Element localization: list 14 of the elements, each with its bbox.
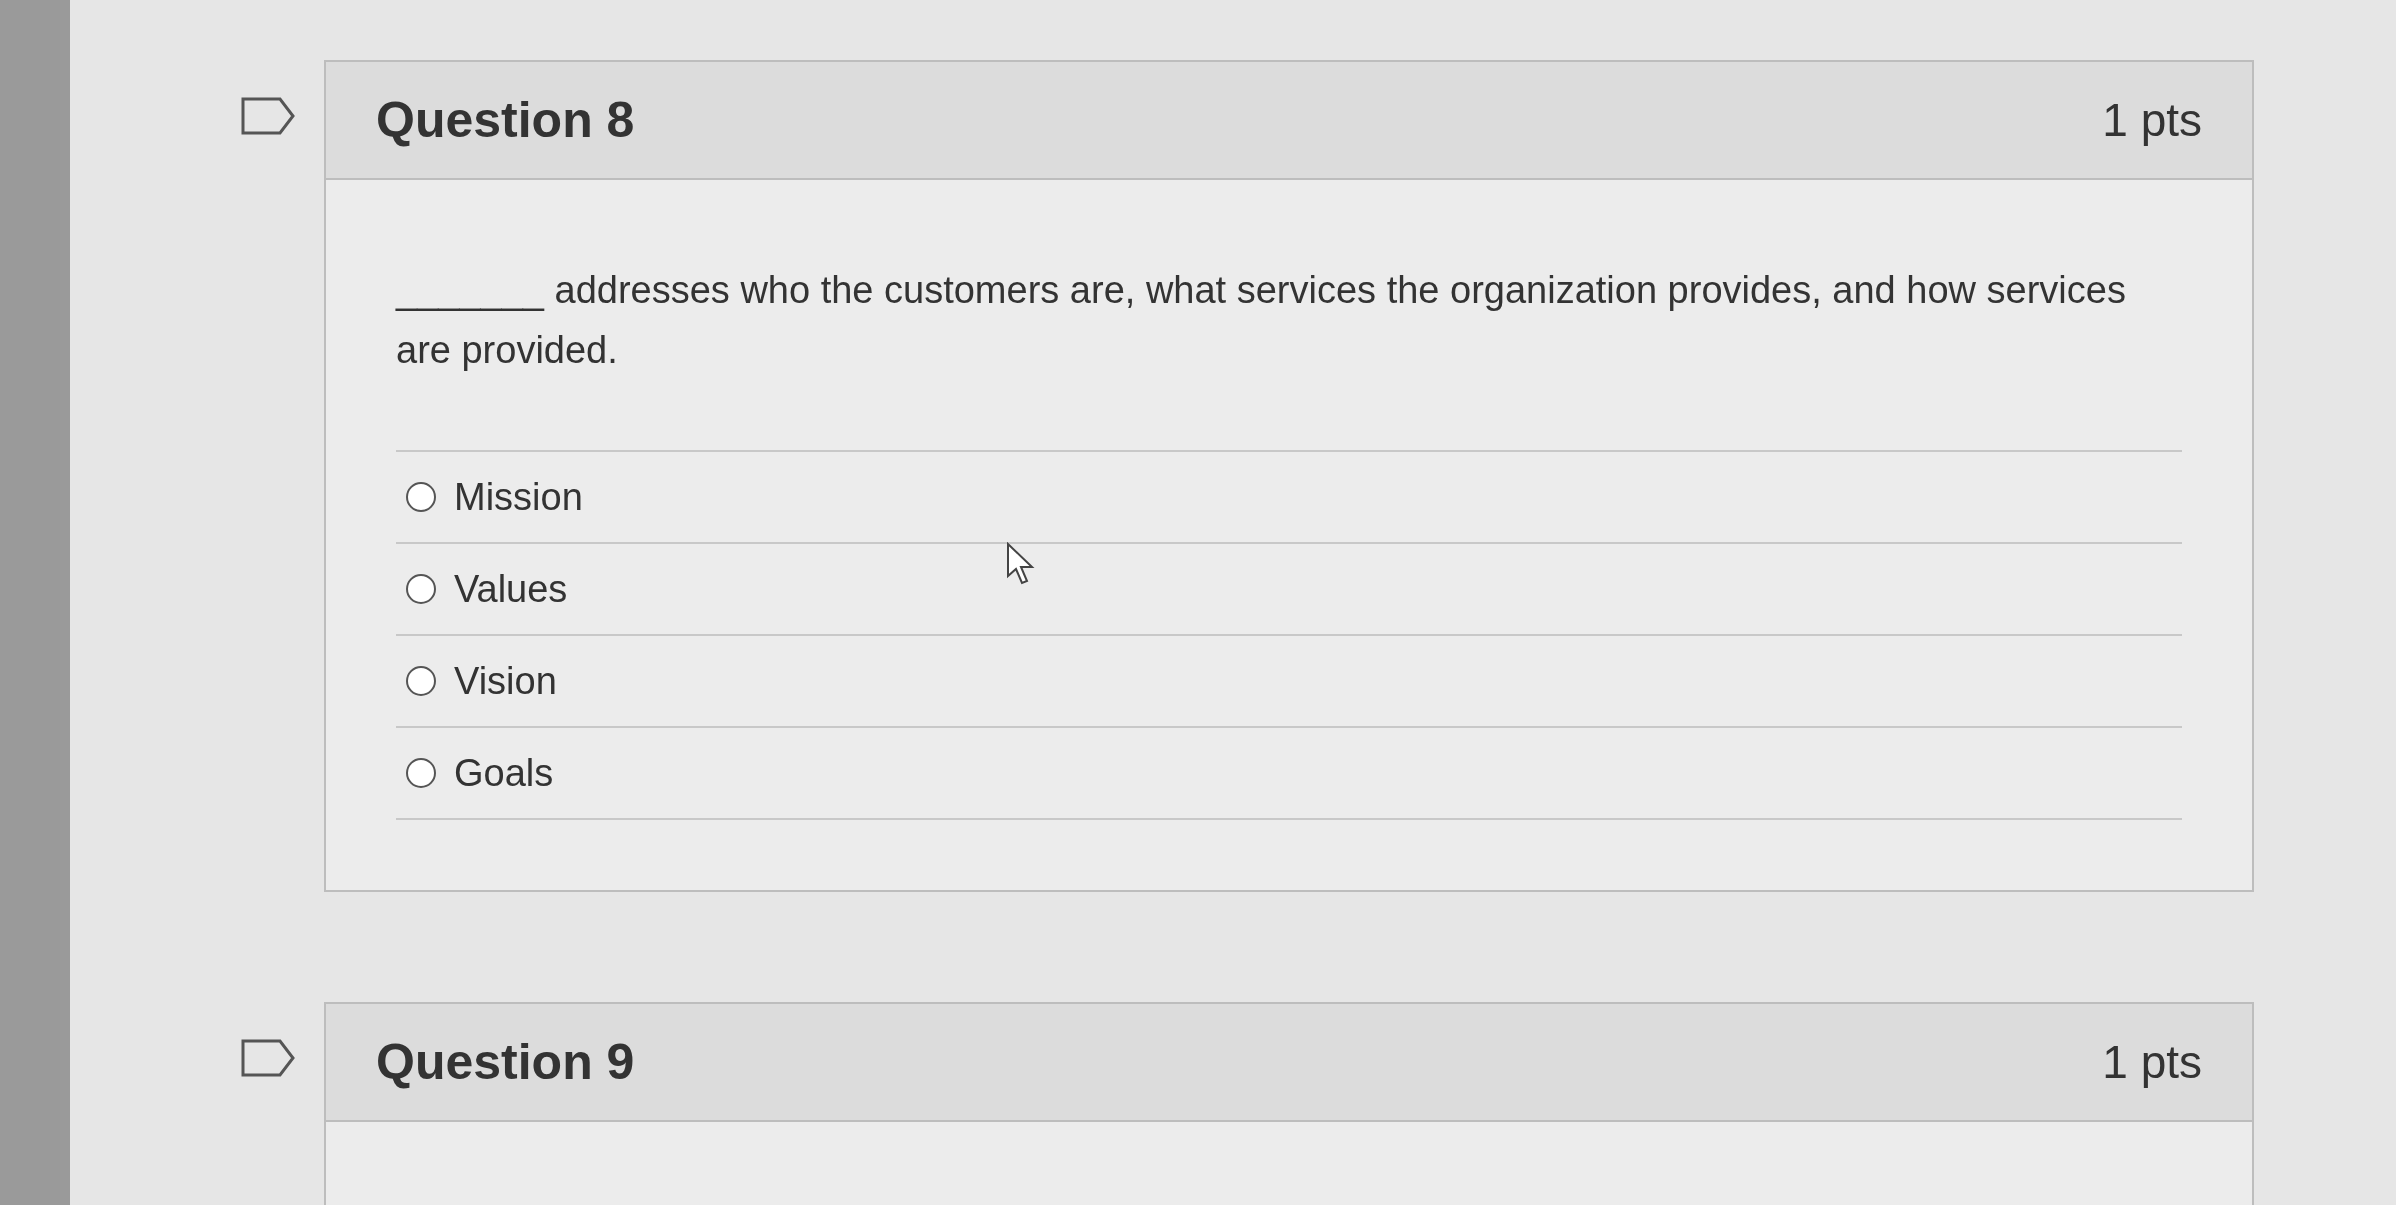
flag-icon[interactable]: [240, 1038, 296, 1078]
radio-button[interactable]: [406, 758, 436, 788]
answer-option[interactable]: Goals: [396, 728, 2182, 820]
radio-button[interactable]: [406, 666, 436, 696]
question-text: _______ addresses who the customers are, what services the organization provides, and how services are provided.: [396, 268, 2127, 373]
question-title: Question 8: [376, 90, 635, 150]
answer-option[interactable]: Mission: [396, 452, 2182, 544]
radio-button[interactable]: [406, 574, 436, 604]
answer-option[interactable]: Vision: [396, 636, 2182, 728]
radio-button[interactable]: [406, 482, 436, 512]
flag-icon[interactable]: [240, 96, 296, 136]
question-points: 1 pts: [2102, 92, 2202, 148]
question-title: Question 9: [376, 1032, 635, 1092]
question-points: 1 pts: [2102, 1034, 2202, 1090]
